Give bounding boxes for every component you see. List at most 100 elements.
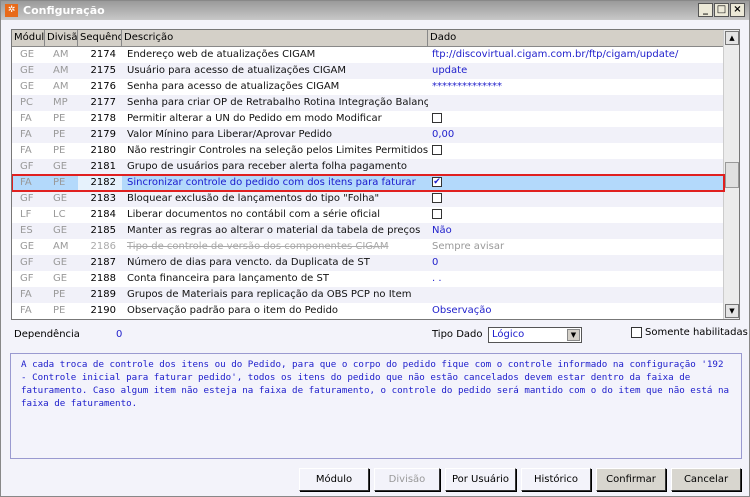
- row-modulo: FA: [20, 177, 32, 188]
- row-dado[interactable]: [428, 95, 724, 111]
- row-dado[interactable]: Observação: [428, 303, 724, 319]
- column-header-dado[interactable]: Dado: [428, 30, 724, 46]
- table-row[interactable]: FA PE 2190 Observação padrão para o item do…: [12, 303, 724, 319]
- scroll-thumb[interactable]: [725, 162, 739, 188]
- table-row[interactable]: GE AM 2175 Usuário para acesso de atualizaç…: [12, 63, 724, 79]
- row-modulo: GE: [20, 65, 35, 76]
- table-row[interactable]: GE AM 2186 Tipo de controle de versão dos c…: [12, 239, 724, 255]
- row-descricao: Observação padrão para o item do Pedido: [127, 305, 339, 316]
- table-row[interactable]: FA PE 2178 Permitir alterar a UN do Pedido …: [12, 111, 724, 127]
- checkbox-icon[interactable]: [432, 209, 442, 219]
- row-dado[interactable]: Sempre avisar: [428, 239, 724, 255]
- chevron-down-icon[interactable]: ▼: [567, 329, 580, 341]
- row-divisao: PE: [53, 145, 66, 156]
- row-dado-checkbox[interactable]: [428, 207, 724, 223]
- row-sequencia: 2186: [90, 241, 116, 252]
- row-modulo: FA: [20, 129, 32, 140]
- row-dado-checkbox[interactable]: [428, 191, 724, 207]
- row-modulo: GE: [20, 241, 35, 252]
- row-sequencia: 2189: [90, 289, 116, 300]
- checkbox-icon[interactable]: [432, 145, 442, 155]
- checkbox-icon[interactable]: [631, 327, 642, 338]
- por-usuario-button[interactable]: Por Usuário: [445, 468, 516, 491]
- row-modulo: GF: [20, 161, 34, 172]
- row-dado[interactable]: [428, 159, 724, 175]
- tipo-dado-label: Tipo Dado: [432, 329, 483, 340]
- table-row[interactable]: FA PE 2189 Grupos de Materiais para replica…: [12, 287, 724, 303]
- table-row[interactable]: LF LC 2184 Liberar documentos no contábil c…: [12, 207, 724, 223]
- row-sequencia: 2179: [90, 129, 116, 140]
- row-descricao: Endereço web de atualizações CIGAM: [127, 49, 316, 60]
- table-row[interactable]: GF GE 2188 Conta financeira para lançamento…: [12, 271, 724, 287]
- row-descricao: Tipo de controle de versão dos component…: [127, 241, 389, 252]
- row-divisao: GE: [53, 273, 68, 284]
- modulo-button[interactable]: Módulo: [299, 468, 369, 491]
- row-descricao: Grupos de Materiais para replicação da O…: [127, 289, 412, 300]
- table-row[interactable]: ES GE 2185 Manter as regras ao alterar o ma…: [12, 223, 724, 239]
- checkbox-icon[interactable]: [432, 193, 442, 203]
- row-dado-checkbox[interactable]: [428, 111, 724, 127]
- row-dado[interactable]: update: [428, 63, 724, 79]
- divisao-button[interactable]: Divisão: [374, 468, 440, 491]
- confirmar-button[interactable]: Confirmar: [596, 468, 666, 491]
- somente-habilitadas-checkbox[interactable]: Somente habilitadas: [631, 327, 748, 338]
- row-descricao: Conta financeira para lançamento de ST: [127, 273, 329, 284]
- row-dado[interactable]: [428, 287, 724, 303]
- app-icon: ✲: [5, 4, 18, 17]
- row-descricao: Não restringir Controles na seleção pelo…: [127, 145, 428, 156]
- row-descricao: Número de dias para vencto. da Duplicata…: [127, 257, 370, 268]
- row-divisao: PE: [53, 129, 66, 140]
- row-dado[interactable]: Não: [428, 223, 724, 239]
- row-modulo: ES: [20, 225, 33, 236]
- row-sequencia: 2183: [90, 193, 116, 204]
- row-descricao: Permitir alterar a UN do Pedido em modo …: [127, 113, 382, 124]
- row-dado[interactable]: ftp://discovirtual.cigam.com.br/ftp/ciga…: [428, 47, 724, 63]
- row-modulo: FA: [20, 113, 32, 124]
- table-row[interactable]: GF GE 2187 Número de dias para vencto. da D…: [12, 255, 724, 271]
- table-body: GE AM 2174 Endereço web de atualizações CIG…: [12, 47, 725, 319]
- row-divisao: MP: [53, 97, 68, 108]
- row-sequencia: 2182: [78, 175, 122, 191]
- table-row[interactable]: FA PE 2180 Não restringir Controles na sele…: [12, 143, 724, 159]
- row-sequencia: 2181: [90, 161, 116, 172]
- row-dado[interactable]: . .: [428, 271, 724, 287]
- checkbox-checked-icon[interactable]: ✔: [432, 177, 442, 187]
- row-divisao: AM: [53, 81, 69, 92]
- row-modulo: FA: [20, 305, 32, 316]
- table-row[interactable]: FA PE 2182 Sincronizar controle do pedido c…: [12, 174, 725, 192]
- row-dado-checkbox[interactable]: ✔: [428, 175, 724, 191]
- row-dado[interactable]: 0: [428, 255, 724, 271]
- scroll-down-icon[interactable]: ▼: [725, 304, 739, 318]
- table-row[interactable]: GE AM 2174 Endereço web de atualizações CIG…: [12, 47, 724, 63]
- table-row[interactable]: GF GE 2183 Bloquear exclusão de lançamentos…: [12, 191, 724, 207]
- row-descricao: Usuário para acesso de atualizações CIGA…: [127, 65, 347, 76]
- column-header-divisao[interactable]: Divisão: [45, 30, 78, 46]
- row-dado-checkbox[interactable]: [428, 143, 724, 159]
- column-header-modulo[interactable]: Módulo: [12, 30, 45, 46]
- historico-button[interactable]: Histórico: [521, 468, 591, 491]
- table-row[interactable]: GE AM 2176 Senha para acesso de atualizaçõe…: [12, 79, 724, 95]
- close-button[interactable]: ×: [730, 3, 745, 17]
- row-dado[interactable]: 0,00: [428, 127, 724, 143]
- vertical-scrollbar[interactable]: ▲ ▼: [723, 30, 739, 319]
- column-header-descricao[interactable]: Descrição: [122, 30, 428, 46]
- column-header-sequencia[interactable]: Sequência: [78, 30, 122, 46]
- scroll-up-icon[interactable]: ▲: [725, 31, 739, 45]
- row-divisao: AM: [53, 49, 69, 60]
- table-row[interactable]: GF GE 2181 Grupo de usuários para receber a…: [12, 159, 724, 175]
- row-dado[interactable]: **************: [428, 79, 724, 95]
- table-row[interactable]: PC MP 2177 Senha para criar OP de Retrabalh…: [12, 95, 724, 111]
- row-descricao: Senha para criar OP de Retrabalho Rotina…: [127, 97, 428, 108]
- row-descricao: Manter as regras ao alterar o material d…: [127, 225, 421, 236]
- cancelar-button[interactable]: Cancelar: [671, 468, 741, 491]
- row-divisao: PE: [53, 289, 66, 300]
- minimize-button[interactable]: _: [698, 3, 713, 17]
- row-sequencia: 2174: [90, 49, 116, 60]
- row-modulo: LF: [20, 209, 32, 220]
- maximize-button[interactable]: □: [714, 3, 729, 17]
- row-descricao: Senha para acesso de atualizações CIGAM: [127, 81, 340, 92]
- title-bar: ✲ Configuração _ □ ×: [1, 1, 749, 20]
- checkbox-icon[interactable]: [432, 113, 442, 123]
- tipo-dado-select[interactable]: Lógico ▼: [488, 327, 582, 343]
- table-row[interactable]: FA PE 2179 Valor Mínino para Liberar/Aprova…: [12, 127, 724, 143]
